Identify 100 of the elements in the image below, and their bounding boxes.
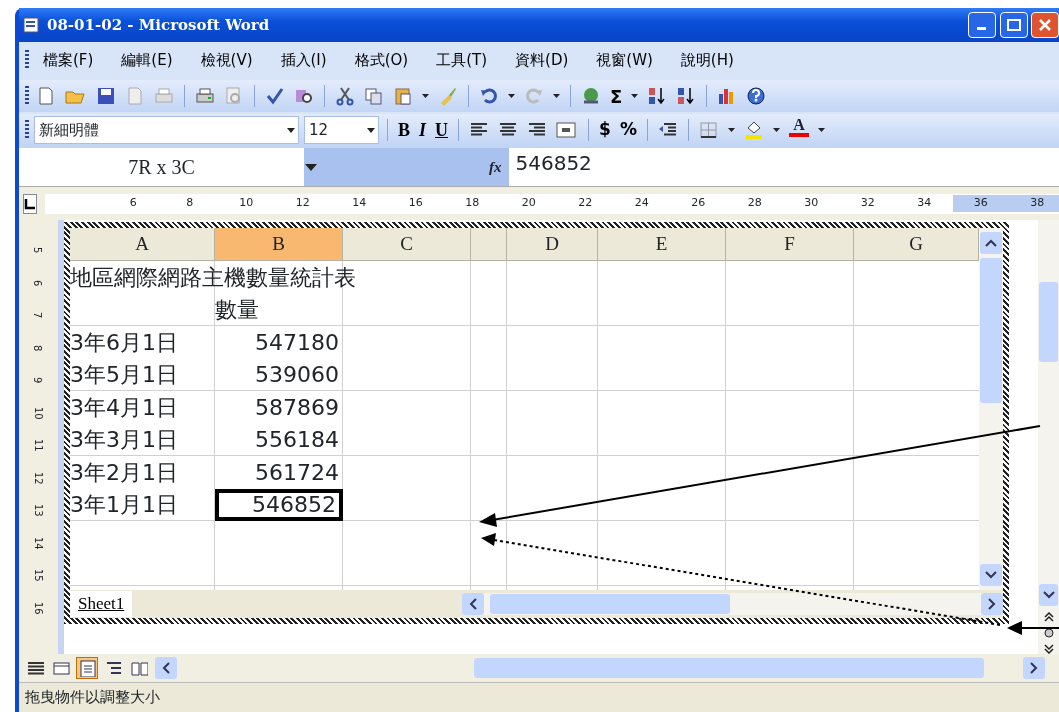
scrollbar-thumb[interactable] [1039,282,1058,362]
table-cell[interactable]: 數量 [215,293,343,326]
percent-button[interactable]: % [617,117,639,143]
column-header[interactable]: F [726,228,854,261]
table-cell[interactable]: 587869 [215,391,343,424]
table-cell[interactable]: 561724 [215,456,343,489]
column-header[interactable]: C [343,228,471,261]
sheet-tab[interactable]: Sheet1 [70,591,133,617]
tab-selector[interactable] [23,193,37,214]
table-cell[interactable]: 539060 [215,358,343,391]
ruler-number: 22 [577,195,594,212]
column-header[interactable]: G [854,228,979,261]
table-cell[interactable]: 地區網際網路主機數量統計表 [70,261,471,294]
scrollbar-thumb[interactable] [474,658,984,678]
scroll-down-button[interactable] [1039,584,1058,606]
chevron-down-icon[interactable] [1042,591,1055,599]
table-cell[interactable]: 3年3月1日 [70,423,215,456]
minimize-button[interactable] [968,12,996,38]
toolbar-grip[interactable] [25,50,29,70]
menu-item[interactable]: 格式(O) [340,46,423,74]
chevron-up-icon[interactable] [985,239,997,247]
ruler-number: 24 [633,195,650,212]
ruler-number: 36 [952,195,1009,212]
maximize-icon[interactable] [1006,19,1021,31]
ruler-number: 32 [859,195,876,212]
ruler-number: 6 [32,279,45,286]
menu-item[interactable]: 檢視(V) [186,46,267,74]
ruler-number: 11 [32,438,45,452]
ruler-number: 15 [32,568,45,582]
caret-icon[interactable] [631,94,639,98]
ruler-number: 34 [916,195,933,212]
font-size-dropdown[interactable]: 12 [304,116,379,144]
font-dropdown[interactable]: 新細明體 [34,116,299,144]
close-icon[interactable] [1038,18,1052,32]
table-cell[interactable]: 3年4月1日 [70,391,215,424]
bold-button[interactable]: B [396,117,412,143]
chevron-left-icon[interactable] [469,598,478,610]
table-cell[interactable]: 3年5月1日 [70,358,215,391]
scrollbar-thumb[interactable] [980,258,1002,403]
scrollbar-thumb[interactable] [490,594,731,614]
chevron-down-icon[interactable] [985,571,997,579]
italic-button[interactable]: I [417,117,429,143]
table-cell[interactable]: 556184 [215,423,343,456]
chevron-left-icon[interactable] [162,662,170,674]
ruler-number: 16 [407,195,424,212]
print-layout-icon[interactable] [77,658,97,678]
caret-icon[interactable] [727,128,735,132]
ruler-number: 38 [1009,195,1059,212]
toolbar-grip[interactable] [25,120,29,140]
font-color-button[interactable]: A [786,117,811,143]
scroll-up-button[interactable] [980,232,1002,254]
next-page-icon[interactable] [1043,644,1054,654]
previous-page-icon[interactable] [1043,612,1054,622]
left-tab-icon[interactable] [24,197,36,210]
menu-item[interactable]: 編輯(E) [107,46,187,74]
currency-button[interactable]: $ [597,117,613,143]
table-cell[interactable]: 3年6月1日 [70,326,215,359]
scroll-down-button[interactable] [980,564,1002,586]
object-frame[interactable]: A B C D E F G 地區網際網路主機數量統計表 數量 3年6月1日 547180 3年5月1日 539060 3年4月1日 587869 3年3月1日 556184 3年2月1日 561724 3年1月1日 546852 Sheet1 [64,222,1009,624]
menu-item[interactable]: 插入(I) [266,46,341,74]
column-header[interactable]: D [507,228,598,261]
caret-icon[interactable] [508,94,515,98]
menu-item[interactable]: 檔案(F) [29,46,108,74]
toolbar-grip[interactable] [25,86,29,106]
scroll-right-button[interactable] [981,593,1003,615]
caret-icon[interactable] [817,128,825,132]
ruler-number: 26 [690,195,707,212]
scroll-left-button[interactable] [462,593,485,615]
menu-item[interactable]: 視窗(W) [582,46,667,74]
table-cell[interactable]: 547180 [215,326,343,359]
caret-icon[interactable] [553,94,560,98]
close-button[interactable] [1031,12,1059,38]
function-label[interactable]: fx [429,148,509,186]
chevron-right-icon[interactable] [1030,662,1038,674]
active-cell[interactable]: 546852 [215,488,343,521]
formula-field[interactable]: 546852 [508,148,1059,186]
browse-object-icon[interactable] [1043,628,1054,638]
menu-item[interactable]: 說明(H) [666,46,748,74]
ruler-number: 7 [32,312,45,319]
table-cell[interactable]: 3年2月1日 [70,456,215,489]
menu-item[interactable]: 資料(D) [501,46,583,74]
document-icon [23,16,41,34]
chevron-right-icon[interactable] [988,598,996,610]
column-header[interactable]: E [598,228,726,261]
maximize-button[interactable] [999,12,1028,38]
underline-button[interactable]: U [433,117,451,143]
menu-item[interactable]: 工具(T) [422,46,502,74]
table-cell[interactable]: 3年1月1日 [70,488,215,521]
caret-icon[interactable] [422,94,429,98]
autosum-button[interactable]: Σ [608,83,625,109]
scroll-right-button[interactable] [1023,657,1045,679]
caret-icon[interactable] [772,128,780,132]
column-header[interactable]: A [70,228,215,261]
caret-icon [304,162,318,172]
ruler-number: 14 [32,536,45,550]
scroll-left-button[interactable] [155,657,177,679]
ruler-number: 30 [803,195,820,212]
ruler-number: 16 [32,601,45,615]
column-header[interactable]: B [215,228,343,261]
window-title: 08-01-02 - Microsoft Word [47,14,271,36]
